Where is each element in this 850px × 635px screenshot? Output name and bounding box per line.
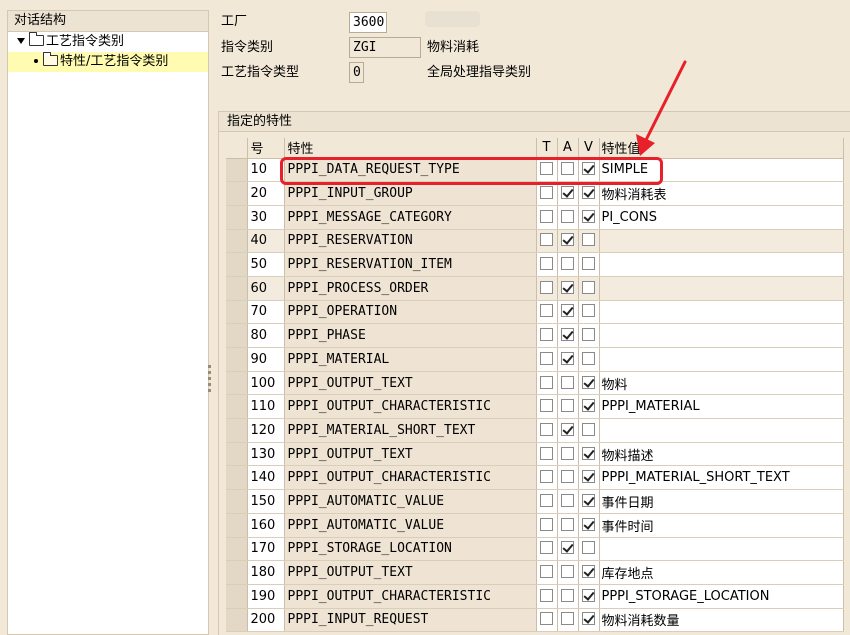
annotation-arrow (636, 60, 687, 156)
